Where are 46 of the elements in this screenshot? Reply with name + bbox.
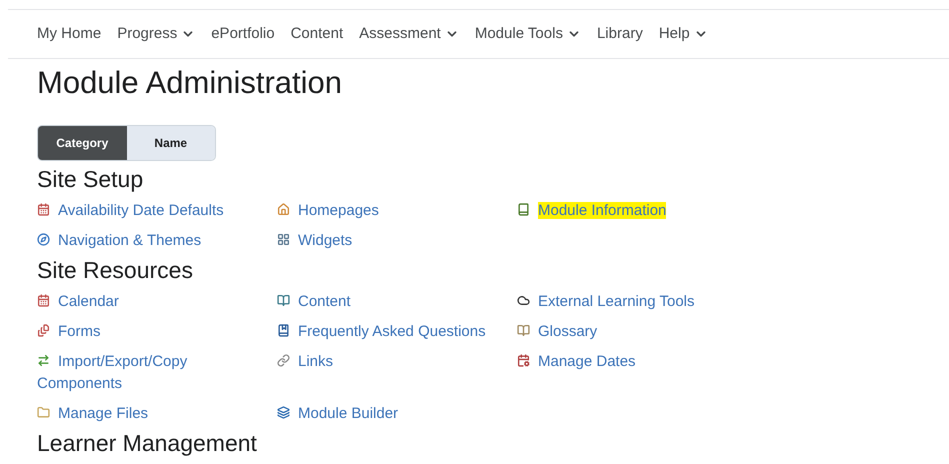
tool-link[interactable]: Navigation & Themes <box>37 230 237 252</box>
open-book-icon <box>517 324 530 337</box>
tool-link[interactable]: Import/Export/Copy Components <box>37 351 237 395</box>
view-toggle-button[interactable]: Name <box>126 126 215 160</box>
nav-link[interactable]: Assessment <box>359 22 459 46</box>
tool-link[interactable]: Glossary <box>517 321 753 343</box>
folder-icon <box>37 406 50 419</box>
section-heading: Site Setup <box>37 165 144 193</box>
open-book-icon <box>277 294 290 307</box>
page-title: Module Administration <box>37 64 343 102</box>
nav-link[interactable]: Library <box>596 22 643 46</box>
tool-link[interactable]: Links <box>277 351 513 373</box>
tool-link[interactable]: Module Builder <box>277 403 513 425</box>
nav-link[interactable]: Progress <box>117 22 196 46</box>
tool-link[interactable]: Frequently Asked Questions <box>277 321 513 343</box>
tool-link[interactable]: Availability Date Defaults <box>37 200 237 222</box>
calendar-gear-icon <box>517 354 530 367</box>
nav-link[interactable]: ePortfolio <box>211 22 275 46</box>
tool-link[interactable]: Forms <box>37 321 237 343</box>
view-toggle-button[interactable]: Category <box>38 126 126 160</box>
layers-icon <box>277 406 290 419</box>
house-icon <box>277 203 290 216</box>
nav-link[interactable]: Help <box>658 22 708 46</box>
tool-link[interactable]: Module Information <box>517 200 753 222</box>
book-icon <box>517 203 530 216</box>
link-icon <box>277 354 290 367</box>
calendar-icon <box>37 294 50 307</box>
tool-link[interactable]: Manage Dates <box>517 351 753 373</box>
tool-link[interactable]: Manage Files <box>37 403 237 425</box>
compass-icon <box>37 233 50 246</box>
nav-link[interactable]: Module Tools <box>474 22 581 46</box>
question-book-icon <box>277 324 290 337</box>
grid-icon <box>277 233 290 246</box>
tool-link[interactable]: Homepages <box>277 200 513 222</box>
tool-link[interactable]: Content <box>277 291 513 313</box>
nav-link[interactable]: My Home <box>37 22 102 46</box>
arrows-icon <box>37 354 50 367</box>
section-heading: Site Resources <box>37 256 194 284</box>
tool-link[interactable]: Calendar <box>37 291 237 313</box>
nav-link[interactable]: Content <box>290 22 344 46</box>
calendar-icon <box>37 203 50 216</box>
tool-link[interactable]: Widgets <box>277 230 513 252</box>
stacked-pages-icon <box>37 324 50 337</box>
tool-link[interactable]: External Learning Tools <box>517 291 753 313</box>
cloud-icon <box>517 294 530 307</box>
section-heading: Learner Management <box>37 429 258 457</box>
